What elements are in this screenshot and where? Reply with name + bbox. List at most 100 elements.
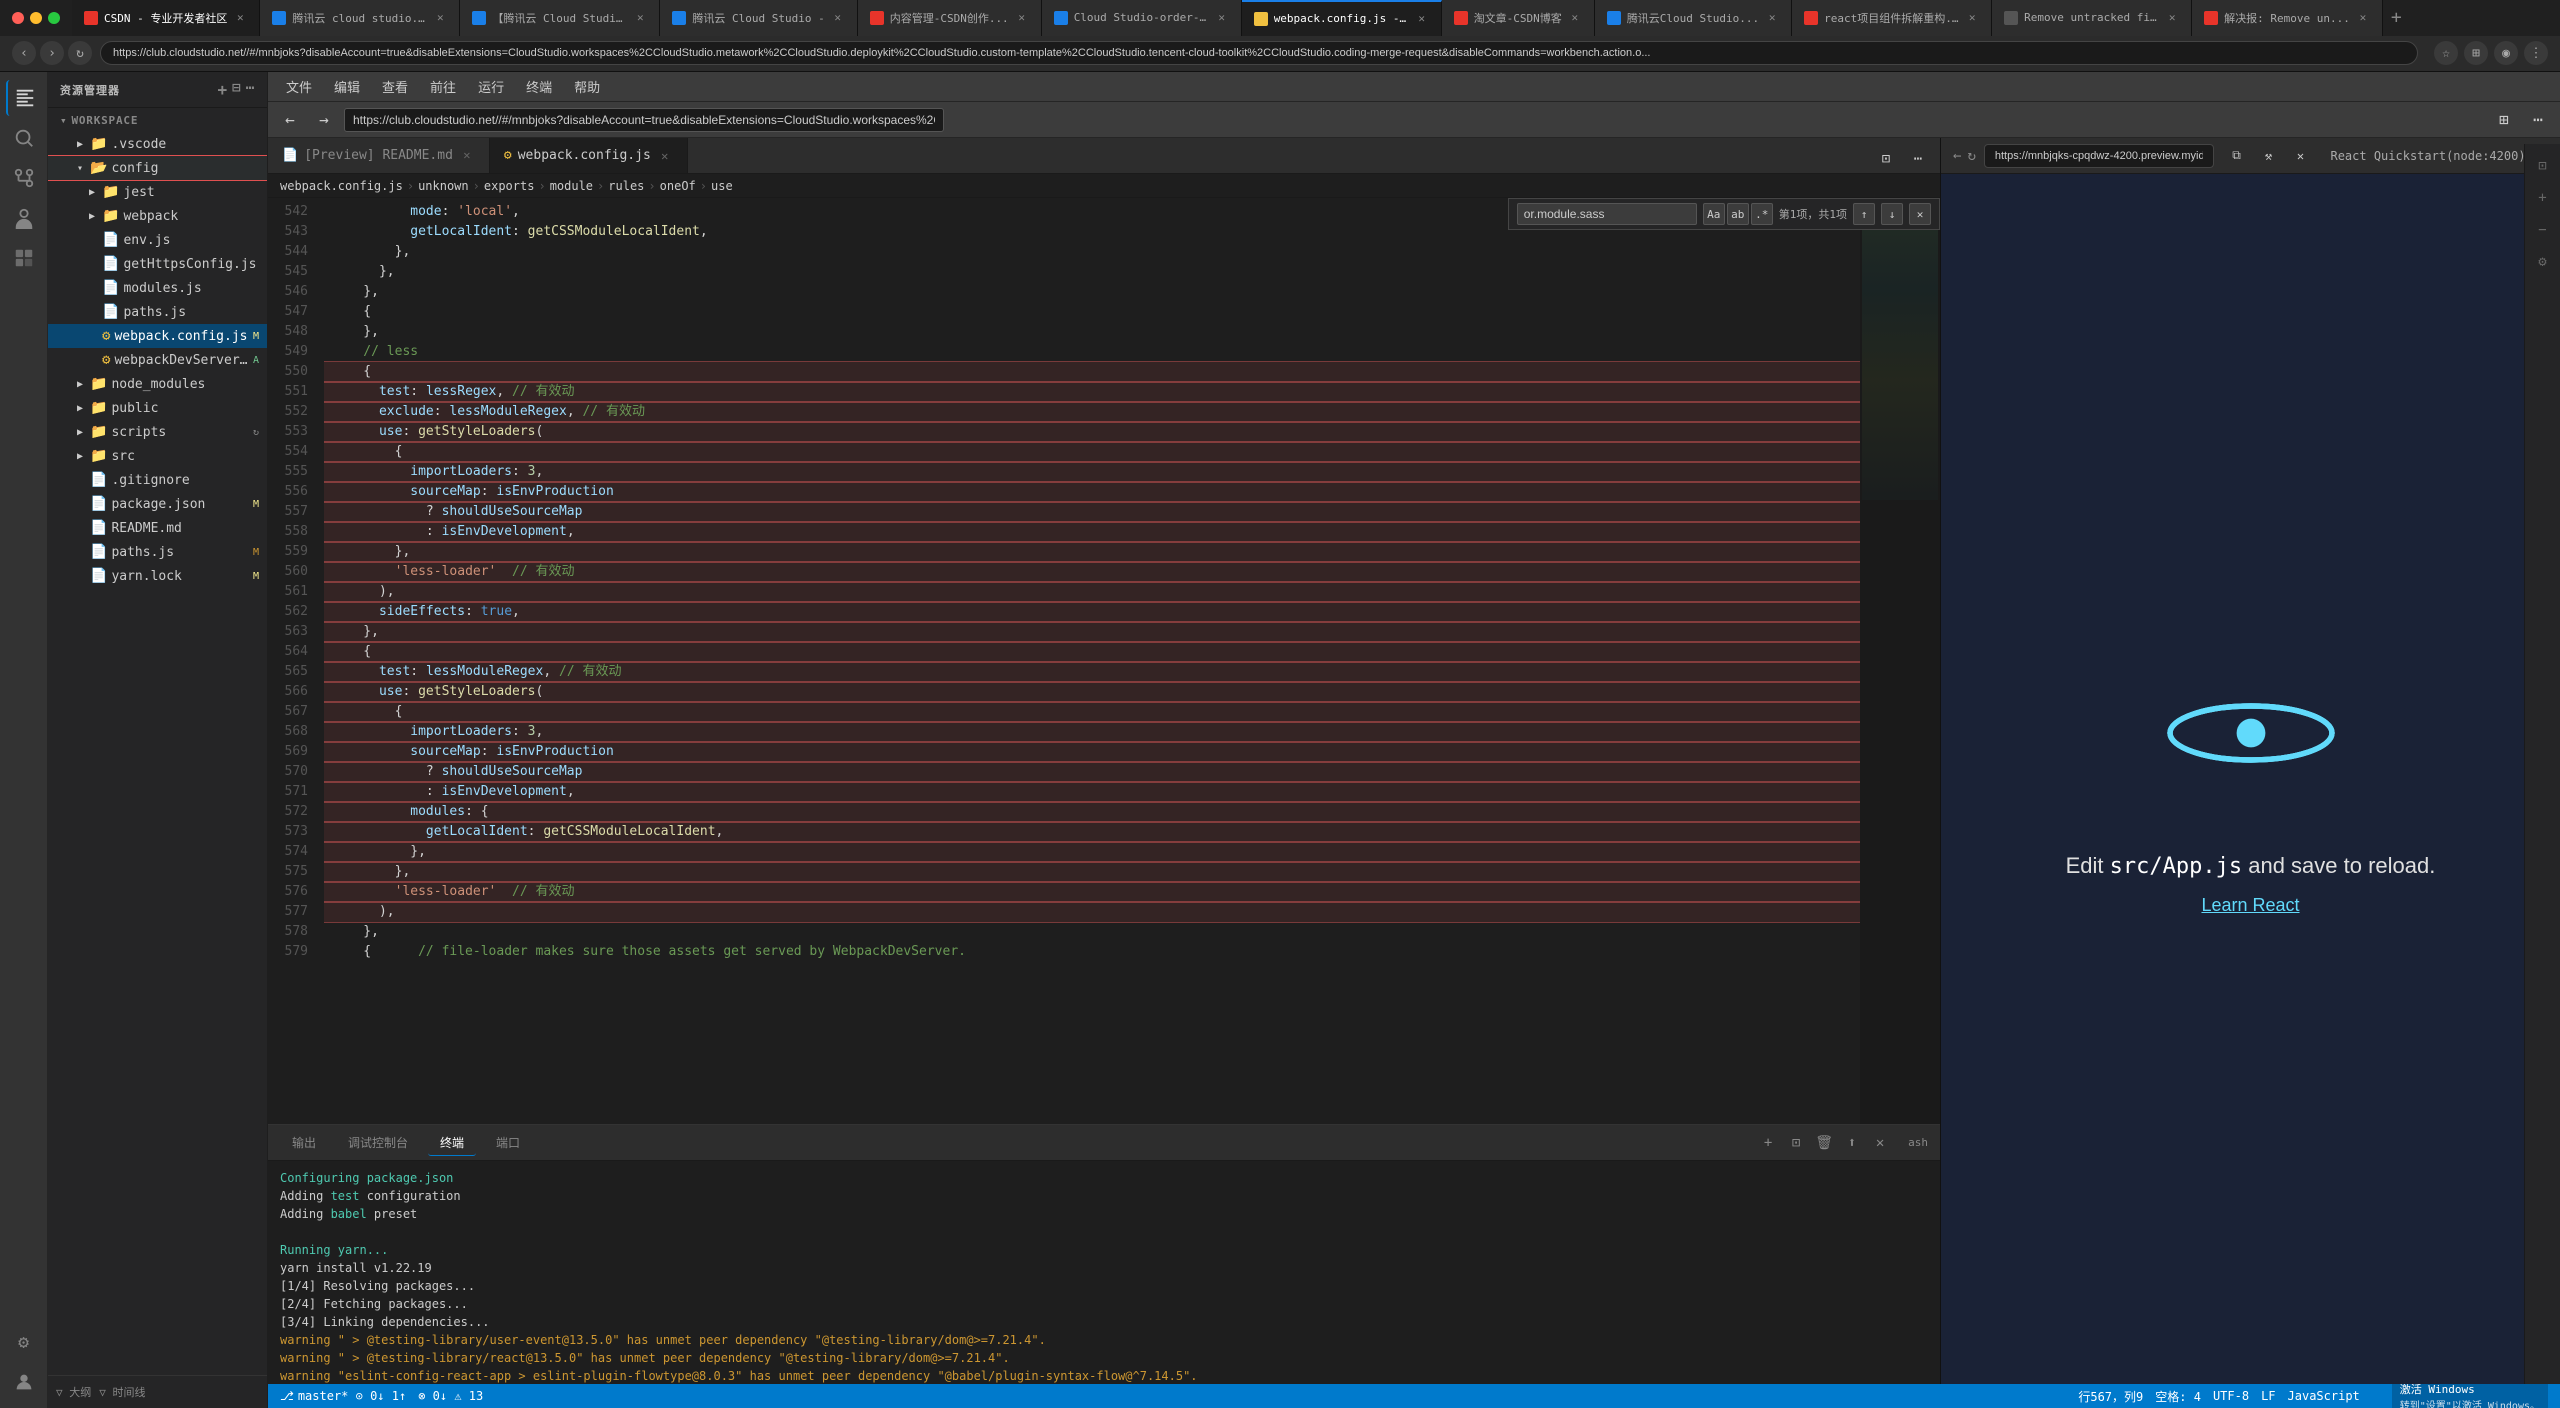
tab-react-component[interactable]: react项目组件拆解重构... ✕ [1792,0,1992,36]
workspace-section[interactable]: ▾ WORKSPACE [48,108,267,132]
tab-close-icon[interactable]: ✕ [1015,11,1029,25]
tab-close-icon[interactable]: ✕ [233,11,247,25]
terminal-maximize-btn[interactable]: ⬆ [1840,1131,1864,1155]
sidebar-collapse-icon[interactable]: ⊟ [232,80,241,99]
terminal-add-btn[interactable]: + [1756,1131,1780,1155]
tab-close-icon[interactable]: ✕ [1415,12,1429,26]
tab-close-icon[interactable]: ✕ [1568,11,1582,25]
menu-btn[interactable]: ⋮ [2524,41,2548,65]
tree-item-webpack-config[interactable]: ⚙ webpack.config.js M [48,324,267,348]
status-line-ending[interactable]: LF [2261,1389,2275,1403]
tree-item-scripts[interactable]: ▶ 📁 scripts ↻ [48,420,267,444]
terminal-tab-output[interactable]: 输出 [280,1130,328,1155]
editor-tab-readme[interactable]: 📄 [Preview] README.md ✕ [268,138,490,173]
status-branch[interactable]: ⎇ master* ⊙ 0↓ 1↑ [280,1389,406,1403]
preview-sidebar-toggle[interactable]: ⊡ [2529,152,2557,180]
activity-debug-icon[interactable] [6,200,42,236]
menu-help[interactable]: 帮助 [564,73,610,100]
tab-cloudstudio1[interactable]: 腾讯云 cloud studio... ✕ [260,0,460,36]
sidebar-more-icon[interactable]: ⋯ [246,80,255,99]
tab-close-icon[interactable]: ✕ [459,147,475,163]
find-case-sensitive[interactable]: Aa [1703,203,1725,225]
menu-edit[interactable]: 编辑 [324,73,370,100]
terminal-close-btn[interactable]: ✕ [1868,1131,1892,1155]
tab-close-icon[interactable]: ✕ [1765,11,1779,25]
breadcrumb-oneof[interactable]: oneOf [660,179,696,193]
preview-url-input[interactable] [1984,144,2215,168]
tree-item-jest[interactable]: ▶ 📁 jest [48,180,267,204]
sidebar-new-file-icon[interactable]: + [217,80,228,99]
terminal-tab-terminal[interactable]: 终端 [428,1130,476,1156]
menu-goto[interactable]: 前往 [420,73,466,100]
window-close-btn[interactable] [12,12,24,24]
tab-resolve[interactable]: 解决报: Remove un... ✕ [2192,0,2383,36]
tree-item-public[interactable]: ▶ 📁 public [48,396,267,420]
terminal-body[interactable]: Configuring package.json Adding test con… [268,1161,1940,1384]
tree-item-gethttps[interactable]: 📄 getHttpsConfig.js [48,252,267,276]
tab-webpack-active[interactable]: webpack.config.js - wo... ✕ [1242,0,1442,36]
tab-close-icon[interactable]: ✕ [831,11,845,25]
terminal-tab-ports[interactable]: 端口 [484,1130,532,1155]
breadcrumb-use[interactable]: use [711,179,733,193]
activity-explorer-icon[interactable] [6,80,42,116]
tree-item-paths-config[interactable]: 📄 paths.js [48,300,267,324]
tree-item-webpack-devserver[interactable]: ⚙ webpackDevServer.config.js A [48,348,267,372]
toolbar-forward-btn[interactable]: → [310,106,338,134]
find-whole-word[interactable]: ab [1727,203,1749,225]
status-language[interactable]: JavaScript [2288,1389,2360,1403]
editor-tab-webpack[interactable]: ⚙ webpack.config.js ✕ [490,138,688,173]
activity-settings-icon[interactable]: ⚙ [6,1324,42,1360]
preview-open-external[interactable]: ⧉ [2222,142,2250,170]
toolbar-search-input[interactable] [344,108,944,132]
tree-item-webpack[interactable]: ▶ 📁 webpack [48,204,267,228]
find-prev-btn[interactable]: ↑ [1853,203,1875,225]
preview-reload-btn[interactable]: ↻ [1967,148,1975,164]
tree-item-yarnlock[interactable]: 📄 yarn.lock M [48,564,267,588]
find-regex[interactable]: .* [1751,203,1773,225]
learn-react-link[interactable]: Learn React [2201,895,2299,916]
tab-close-icon[interactable]: ✕ [1215,11,1229,25]
terminal-split-btn[interactable]: ⊡ [1784,1131,1808,1155]
forward-button[interactable]: › [40,41,64,65]
tab-close-icon[interactable]: ✕ [1965,11,1979,25]
back-button[interactable]: ‹ [12,41,36,65]
menu-terminal[interactable]: 终端 [516,73,562,100]
tab-close-icon[interactable]: ✕ [2165,11,2179,25]
terminal-tab-debug[interactable]: 调试控制台 [336,1130,420,1155]
tree-item-packagejson[interactable]: 📄 package.json M [48,492,267,516]
extensions-btn[interactable]: ⊞ [2464,41,2488,65]
editor-more-btn[interactable]: ⋯ [1904,145,1932,173]
reload-button[interactable]: ↻ [68,41,92,65]
tree-item-config[interactable]: ▾ 📂 config [48,156,267,180]
status-spaces[interactable]: 空格: 4 [2155,1388,2201,1405]
tab-csdn-content[interactable]: 内容管理-CSDN创作... ✕ [858,0,1042,36]
activity-extensions-icon[interactable] [6,240,42,276]
preview-close[interactable]: ✕ [2286,142,2314,170]
activity-git-icon[interactable] [6,160,42,196]
code-content[interactable]: mode: 'local', getLocalIdent: getCSSModu… [324,198,1860,1124]
preview-devtools[interactable]: ⚒ [2254,142,2282,170]
status-errors[interactable]: ⊗ 0↓ ⚠ 13 [418,1389,483,1403]
tab-csdn[interactable]: CSDN - 专业开发者社区 ✕ [72,0,260,36]
activate-windows[interactable]: 激活 Windows 转到"设置"以激活 Windows。 [2392,1381,2548,1408]
tab-close-icon[interactable]: ✕ [657,148,673,164]
sidebar-footer-timeline[interactable]: ▽ 时间线 [99,1384,145,1400]
tab-csdn-blog[interactable]: 淘文章-CSDN博客 ✕ [1442,0,1595,36]
terminal-trash-btn[interactable]: 🗑 [1812,1131,1836,1155]
tree-item-vscode[interactable]: ▶ 📁 .vscode [48,132,267,156]
preview-settings[interactable]: ⚙ [2529,248,2557,276]
breadcrumb-exports[interactable]: exports [484,179,535,193]
menu-view[interactable]: 查看 [372,73,418,100]
tab-close-icon[interactable]: ✕ [433,11,447,25]
tab-order[interactable]: Cloud Studio-order-Re... ✕ [1042,0,1242,36]
breadcrumb-module[interactable]: module [550,179,593,193]
preview-zoom-in[interactable]: + [2529,184,2557,212]
toolbar-back-btn[interactable]: ← [276,106,304,134]
tab-cloudstudio4[interactable]: 腾讯云Cloud Studio... ✕ [1595,0,1792,36]
window-minimize-btn[interactable] [30,12,42,24]
tab-close-icon[interactable]: ✕ [2356,11,2370,25]
bookmark-star[interactable]: ☆ [2434,41,2458,65]
breadcrumb-unknown[interactable]: unknown [418,179,469,193]
status-position[interactable]: 行567，列9 [2078,1388,2143,1405]
breadcrumb-file[interactable]: webpack.config.js [280,179,403,193]
